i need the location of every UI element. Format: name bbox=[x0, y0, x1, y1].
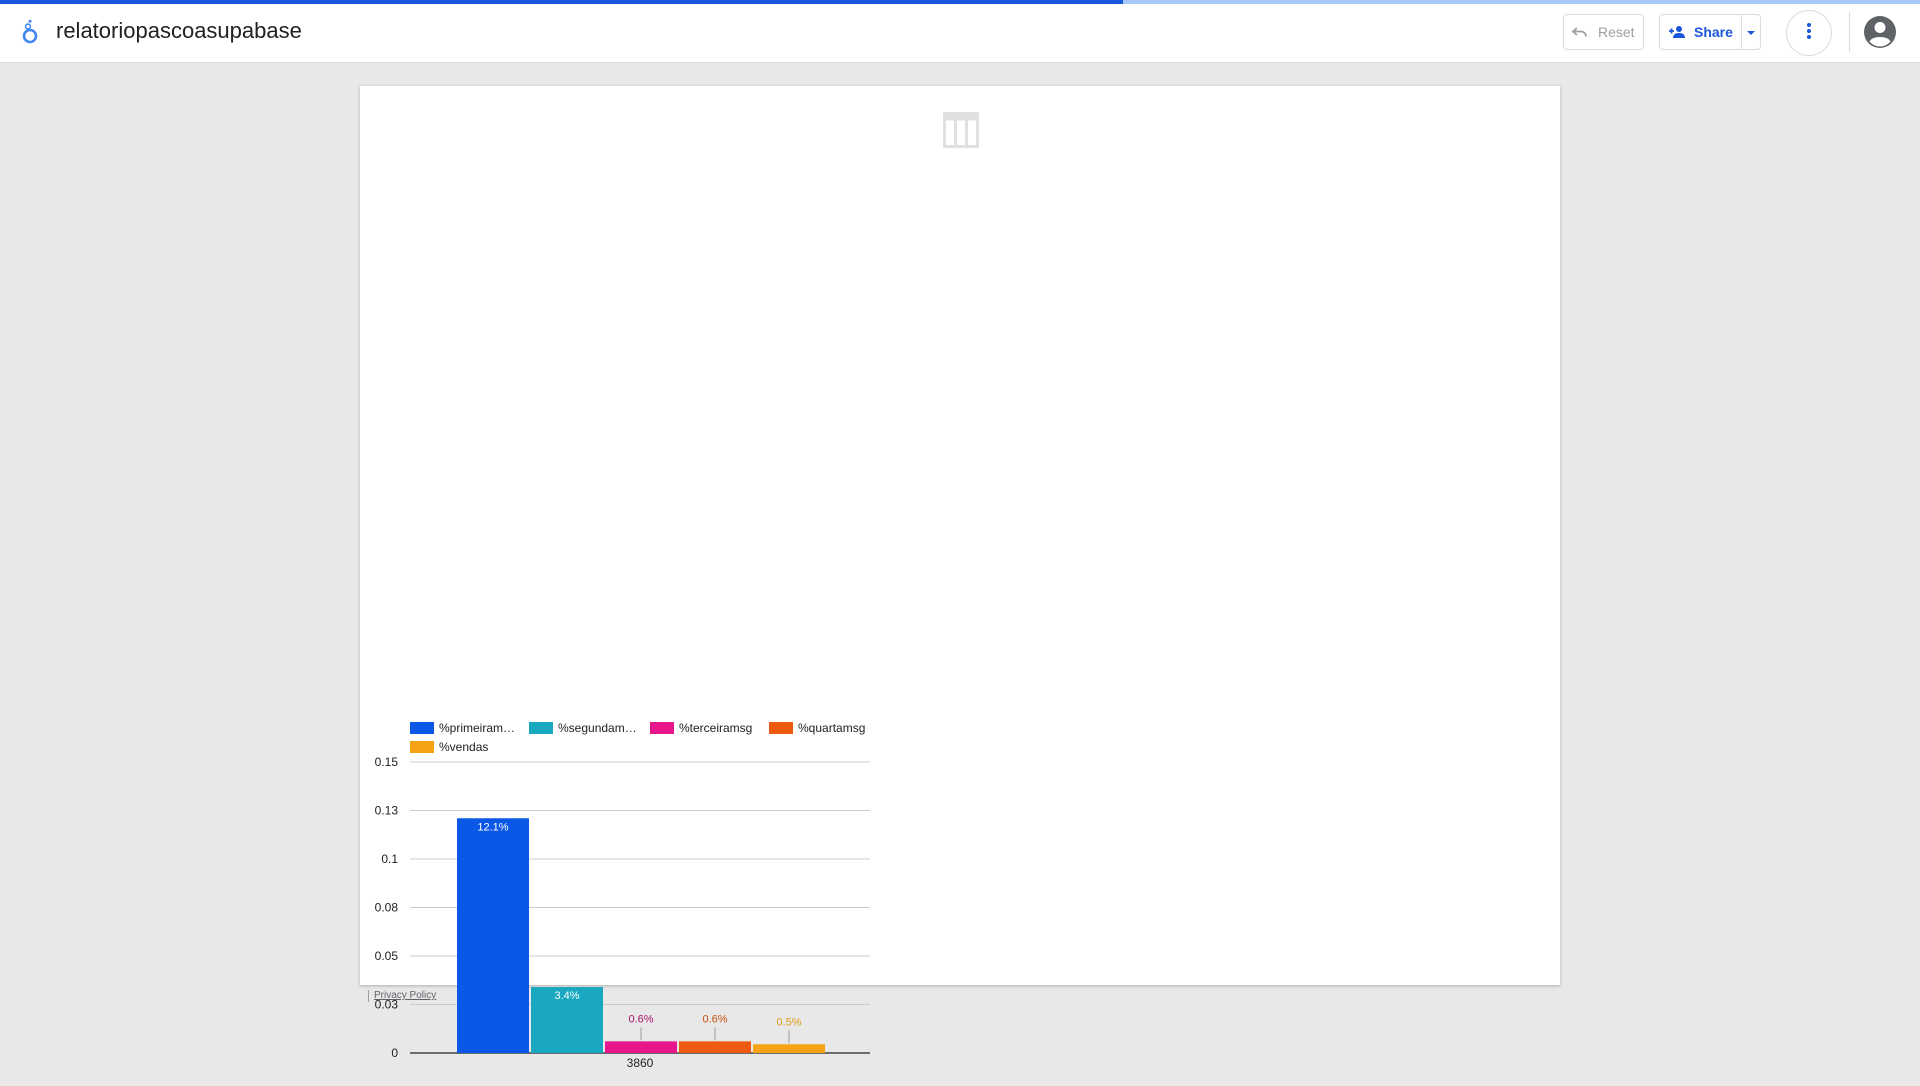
y-tick-label: 0.15 bbox=[375, 755, 399, 769]
legend-label[interactable]: %quartamsg bbox=[798, 721, 865, 735]
data-label: 0.6% bbox=[702, 1013, 727, 1025]
bar[interactable] bbox=[679, 1041, 751, 1053]
data-label: 0.6% bbox=[628, 1013, 653, 1025]
report-title[interactable]: relatoriopascoasupabase bbox=[56, 18, 302, 44]
legend-label[interactable]: %terceiramsg bbox=[679, 721, 752, 735]
caret-down-icon bbox=[1746, 23, 1756, 41]
top-bar: relatoriopascoasupabase Reset Share bbox=[0, 0, 1920, 63]
header-divider bbox=[1849, 12, 1850, 52]
legend-label[interactable]: %primeiram… bbox=[439, 721, 515, 735]
loading-progress-bar bbox=[0, 0, 1920, 4]
legend-swatch[interactable] bbox=[410, 741, 434, 753]
more-vertical-icon bbox=[1806, 22, 1812, 45]
x-tick-label: 3860 bbox=[627, 1056, 654, 1070]
legend-label[interactable]: %vendas bbox=[439, 740, 488, 754]
undo-icon bbox=[1572, 25, 1588, 39]
data-label: 0.5% bbox=[776, 1016, 801, 1028]
privacy-policy-link[interactable]: Privacy Policy bbox=[368, 990, 436, 1002]
bar[interactable] bbox=[457, 818, 529, 1053]
y-tick-label: 0.05 bbox=[375, 949, 399, 963]
share-button-label: Share bbox=[1694, 24, 1733, 40]
legend-swatch[interactable] bbox=[410, 722, 434, 734]
table-icon bbox=[943, 112, 979, 148]
bar-chart[interactable]: %primeiram… %segundam… %terceiramsg %quarta… bbox=[360, 626, 880, 1086]
y-tick-label: 0.1 bbox=[381, 852, 398, 866]
reset-button-label: Reset bbox=[1598, 24, 1635, 40]
bar[interactable] bbox=[753, 1044, 825, 1053]
loading-progress-fill bbox=[0, 0, 1124, 4]
data-label: 12.1% bbox=[477, 821, 508, 833]
y-tick-label: 0 bbox=[391, 1046, 398, 1060]
legend-label[interactable]: %segundam… bbox=[558, 721, 637, 735]
data-label: 3.4% bbox=[554, 990, 579, 1002]
more-options-button[interactable] bbox=[1786, 10, 1832, 56]
share-dropdown-button[interactable] bbox=[1741, 14, 1761, 50]
report-canvas: %primeiram… %segundam… %terceiramsg %quarta… bbox=[360, 86, 1560, 1070]
legend-swatch[interactable] bbox=[650, 722, 674, 734]
looker-studio-logo-icon[interactable] bbox=[18, 18, 44, 46]
y-tick-label: 0.08 bbox=[375, 901, 399, 915]
account-avatar-icon[interactable] bbox=[1862, 14, 1898, 50]
bar[interactable] bbox=[605, 1041, 677, 1053]
share-button[interactable]: Share bbox=[1659, 14, 1742, 50]
legend-swatch[interactable] bbox=[769, 722, 793, 734]
y-tick-label: 0.13 bbox=[375, 804, 399, 818]
legend-swatch[interactable] bbox=[529, 722, 553, 734]
add-person-icon bbox=[1668, 25, 1686, 39]
reset-button[interactable]: Reset bbox=[1563, 14, 1644, 50]
